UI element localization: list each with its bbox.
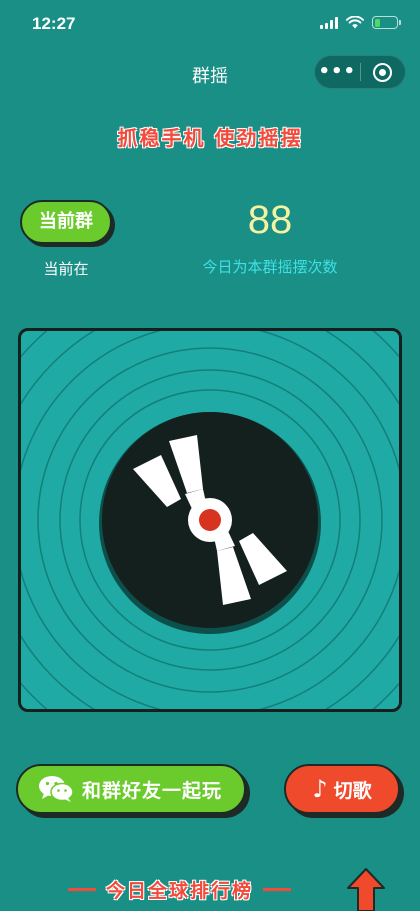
rank-right-dash	[263, 888, 292, 891]
more-dots-icon[interactable]: •••	[315, 55, 360, 89]
target-circle-icon	[373, 62, 393, 82]
wechat-icon	[39, 776, 74, 802]
slogan-text: 抓稳手机 使劲摇摆	[117, 126, 303, 150]
wifi-icon	[346, 16, 364, 29]
status-icons	[320, 16, 401, 29]
vinyl-record-graphic	[21, 331, 399, 709]
global-rank-link[interactable]: 今日全球排行榜	[68, 876, 292, 903]
shake-count-caption: 今日为本群摇摆次数	[202, 258, 338, 276]
current-group-caption: 当前在	[43, 260, 89, 278]
rank-left-dash	[68, 888, 96, 891]
record-panel	[18, 328, 402, 712]
rank-label: 今日全球排行榜	[106, 880, 254, 902]
battery-level	[374, 18, 380, 27]
music-note-icon: ♪	[312, 775, 328, 803]
share-button-label: 和群好友一起玩	[82, 779, 223, 802]
switch-song-button[interactable]: ♪ 切歌	[284, 764, 400, 814]
battery-icon	[372, 16, 401, 29]
shake-count-value: 88	[247, 198, 293, 242]
signal-icon	[320, 16, 338, 29]
nav-bar: 群摇 •••	[0, 50, 420, 96]
up-arrow-icon[interactable]	[346, 866, 386, 911]
switch-song-label: 切歌	[333, 779, 372, 802]
share-with-group-button[interactable]: 和群好友一起玩	[16, 764, 246, 814]
close-button[interactable]	[361, 62, 406, 82]
status-time: 12:27	[32, 14, 76, 33]
status-bar: 12:27	[0, 0, 420, 50]
mini-program-capsule: •••	[314, 55, 406, 89]
record-center-dot	[199, 509, 221, 531]
current-group-button[interactable]: 当前群	[20, 200, 112, 244]
